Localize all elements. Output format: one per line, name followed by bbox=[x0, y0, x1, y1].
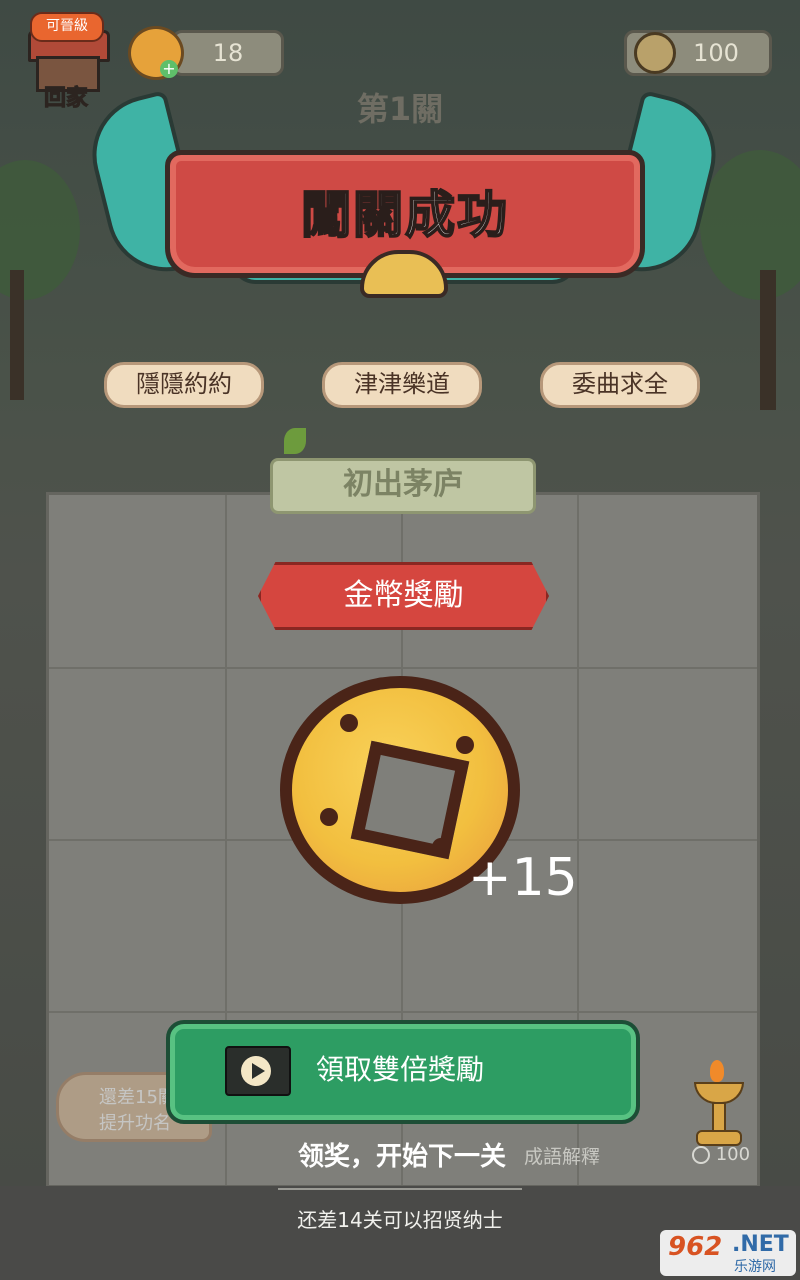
coin-dot bbox=[320, 808, 338, 826]
next-level-button[interactable]: 领奖，开始下一关 bbox=[282, 1136, 522, 1176]
background-trunk-right bbox=[760, 270, 776, 410]
lamp-flame bbox=[710, 1060, 724, 1082]
video-icon bbox=[225, 1046, 291, 1096]
grid-line bbox=[49, 1011, 757, 1013]
site-watermark: 962 .NET 乐游网 bbox=[660, 1230, 796, 1276]
success-title: 闖關成功 bbox=[300, 185, 509, 245]
watermark-cn: 乐游网 bbox=[734, 1259, 776, 1275]
footer-divider bbox=[278, 1188, 522, 1190]
home-label: 回家 bbox=[43, 86, 88, 112]
watermark-net: .NET bbox=[732, 1232, 789, 1257]
sprout-icon bbox=[284, 428, 306, 454]
coin-icon bbox=[634, 32, 676, 74]
lamp-cost-value: 100 bbox=[715, 1144, 751, 1165]
fruit-count: 18 bbox=[212, 39, 244, 67]
idiom-chip-2[interactable]: 津津樂道 bbox=[322, 362, 482, 408]
lamp-bowl bbox=[694, 1082, 744, 1104]
coin-count: 100 bbox=[693, 39, 739, 67]
grid-line bbox=[49, 667, 757, 669]
idiom-explain-link[interactable]: 成語解釋 bbox=[524, 1142, 614, 1172]
level-title: 第1關 bbox=[356, 90, 444, 128]
idiom-chip-3[interactable]: 委曲求全 bbox=[540, 362, 700, 408]
lamp-icon[interactable] bbox=[690, 1060, 744, 1146]
reward-banner: 金幣獎勵 bbox=[258, 562, 549, 630]
rank-title: 初出茅庐 bbox=[270, 458, 536, 514]
double-reward-button[interactable]: 領取雙倍獎勵 bbox=[166, 1020, 640, 1124]
lamp-cost: 100 bbox=[692, 1144, 752, 1170]
idiom-chip-1[interactable]: 隱隱約約 bbox=[104, 362, 264, 408]
reward-amount: +15 bbox=[468, 848, 578, 908]
coin-dot bbox=[456, 736, 474, 754]
small-coin-icon bbox=[692, 1146, 710, 1164]
reward-title: 金幣獎勵 bbox=[343, 578, 464, 613]
coin-hole bbox=[350, 740, 470, 860]
background-trunk-left bbox=[10, 270, 24, 400]
upgrade-tag: 可晉級 bbox=[30, 12, 104, 42]
fruit-counter: 18 bbox=[172, 30, 284, 76]
footer-progress-text: 还差14关可以招贤纳士 bbox=[297, 1208, 503, 1232]
play-triangle bbox=[252, 1063, 265, 1079]
coin-dot bbox=[340, 714, 358, 732]
background-tree-right bbox=[700, 150, 800, 300]
double-reward-label: 領取雙倍獎勵 bbox=[316, 1053, 485, 1086]
coin-dot bbox=[432, 838, 450, 856]
home-button[interactable]: 可晉級 回家 bbox=[22, 12, 110, 112]
add-fruit-icon[interactable]: + bbox=[160, 60, 178, 78]
watermark-number: 962 bbox=[668, 1232, 723, 1262]
